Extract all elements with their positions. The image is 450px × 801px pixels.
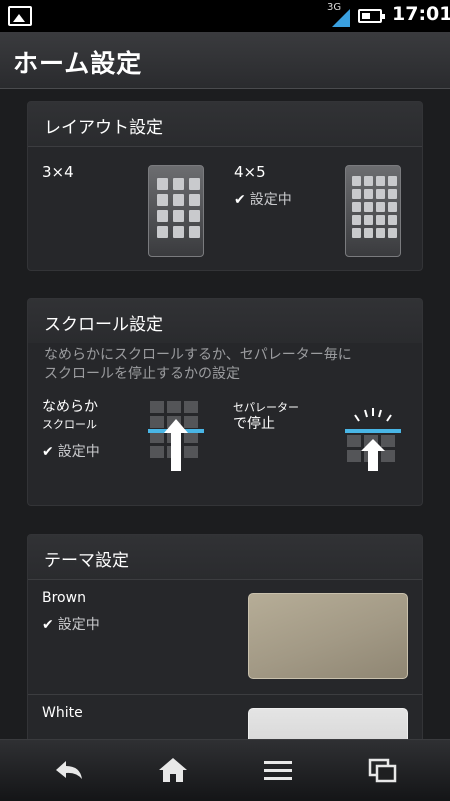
title-bar: ホーム設定 [0,32,450,89]
card-header: スクロール設定 [28,299,422,343]
menu-icon[interactable] [261,754,295,786]
selected-indicator: ✔ 設定中 [234,192,292,208]
card-title: テーマ設定 [44,551,129,571]
stop-burst-icon [354,408,392,422]
option-label: 4×5 [234,163,266,181]
layout-settings-card: レイアウト設定 3×4 4×5 ✔ 設定中 [27,101,423,271]
scroll-option-separator[interactable]: セパレーター で停止 [225,391,422,505]
theme-settings-card: テーマ設定 Brown ✔ 設定中 White [27,534,423,739]
white-theme-preview [248,708,408,739]
layout-option-3x4[interactable]: 3×4 [28,147,225,271]
scroll-settings-card: スクロール設定 なめらかにスクロールするか、セパレーター毎に スクロールを停止す… [27,298,423,506]
grid-4x5-preview-icon [345,165,401,257]
navigation-bar [0,739,450,801]
selected-indicator: ✔ 設定中 [42,444,100,460]
battery-icon [358,9,385,23]
checkmark-icon: ✔ [234,192,246,208]
theme-name: White [42,705,83,721]
scroll-option-smooth[interactable]: なめらか スクロール ✔ 設定中 [28,391,225,505]
settings-list[interactable]: レイアウト設定 3×4 4×5 ✔ 設定中 スクロール設定 なめらかにスクロール… [0,89,450,739]
gallery-notification-icon [8,6,32,26]
page-title: ホーム設定 [13,49,143,78]
option-label: セパレーター で停止 [233,401,299,432]
recent-apps-icon[interactable] [366,754,400,786]
separator-stop-preview-icon [345,401,401,471]
brown-theme-preview [248,593,408,679]
card-description: なめらかにスクロールするか、セパレーター毎に スクロールを停止するかの設定 [44,347,352,382]
option-label: 3×4 [42,163,74,181]
card-title: スクロール設定 [44,315,163,335]
card-title: レイアウト設定 [44,118,163,138]
home-icon[interactable] [156,754,190,786]
checkmark-icon: ✔ [42,444,54,460]
selected-indicator: ✔ 設定中 [42,617,100,633]
theme-option-brown[interactable]: Brown ✔ 設定中 [28,580,422,694]
signal-icon [332,9,350,27]
theme-option-white[interactable]: White [28,694,422,739]
card-header: テーマ設定 [28,535,422,580]
back-icon[interactable] [52,754,86,786]
clock: 17:01 [392,3,450,25]
grid-3x4-preview-icon [148,165,204,257]
option-label: なめらか スクロール [42,399,98,431]
smooth-scroll-preview-icon [148,401,204,471]
checkmark-icon: ✔ [42,617,54,633]
card-header: レイアウト設定 [28,102,422,147]
status-bar: 3G 17:01 [0,0,450,32]
theme-name: Brown [42,590,86,606]
layout-option-4x5[interactable]: 4×5 ✔ 設定中 [225,147,422,271]
